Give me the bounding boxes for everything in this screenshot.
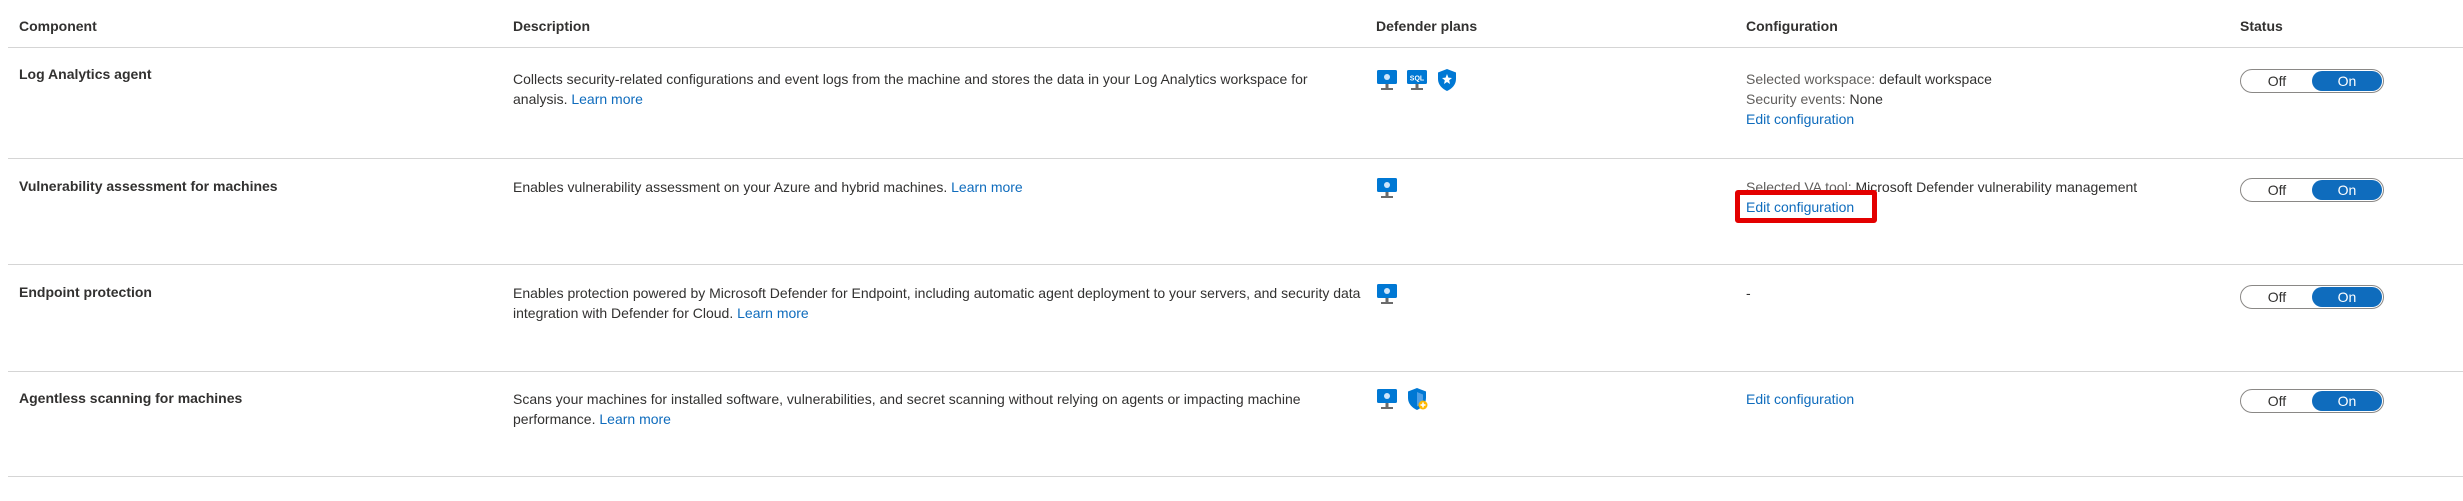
server-icon [1377,389,1397,409]
server-icon [1377,178,1397,198]
defender-plans [1375,387,1429,411]
config-security-events: Security events: None [1746,89,1992,109]
toggle-on-option[interactable]: On [2312,71,2382,91]
header-configuration: Configuration [1746,18,1838,34]
description-text: Enables vulnerability assessment on your… [513,179,948,195]
edit-configuration-link[interactable]: Edit configuration [1746,109,1992,129]
header-description: Description [513,18,591,34]
toggle-off-option[interactable]: Off [2242,182,2312,198]
defender-plans [1375,282,1399,306]
toggle-on-option[interactable]: On [2312,180,2382,200]
config-value: Microsoft Defender vulnerability managem… [1851,179,2138,195]
component-name: Agentless scanning for machines [19,390,243,406]
status-toggle[interactable]: Off On [2240,285,2384,309]
shield-icon [1438,69,1456,91]
sql-server-icon: SQL [1407,70,1427,90]
description-text: Enables protection powered by Microsoft … [513,285,1361,321]
server-icon [1377,284,1397,304]
config-key: Selected workspace: [1746,71,1876,87]
learn-more-link[interactable]: Learn more [951,179,1023,195]
component-description: Scans your machines for installed softwa… [513,389,1363,429]
header-divider [8,47,2463,48]
toggle-on-option[interactable]: On [2312,391,2382,411]
highlight-box [1735,190,1877,223]
shield-plus-icon [1408,388,1428,410]
learn-more-link[interactable]: Learn more [599,411,671,427]
header-status: Status [2240,18,2283,34]
configuration-cell: Selected workspace: default workspace Se… [1746,69,1992,129]
learn-more-link[interactable]: Learn more [737,305,809,321]
row-divider [8,371,2463,372]
toggle-off-option[interactable]: Off [2242,73,2312,89]
configuration-cell: - [1746,283,1751,303]
server-icon [1377,70,1397,90]
component-description: Enables protection powered by Microsoft … [513,283,1363,323]
component-name: Log Analytics agent [19,66,152,82]
status-toggle[interactable]: Off On [2240,178,2384,202]
toggle-on-option[interactable]: On [2312,287,2382,307]
config-empty: - [1746,285,1751,301]
edit-configuration-link[interactable]: Edit configuration [1746,389,1854,409]
row-divider [8,158,2463,159]
config-workspace: Selected workspace: default workspace [1746,69,1992,89]
component-description: Collects security-related configurations… [513,69,1363,109]
configuration-cell: Edit configuration [1746,389,1854,409]
component-name: Vulnerability assessment for machines [19,178,278,194]
row-divider [8,476,2463,477]
config-value: None [1845,91,1883,107]
config-value: default workspace [1875,71,1992,87]
defender-plans [1375,176,1399,200]
header-defender-plans: Defender plans [1376,18,1478,34]
row-divider [8,264,2463,265]
header-component: Component [19,18,97,34]
status-toggle[interactable]: Off On [2240,69,2384,93]
component-name: Endpoint protection [19,284,152,300]
toggle-off-option[interactable]: Off [2242,393,2312,409]
learn-more-link[interactable]: Learn more [571,91,643,107]
status-toggle[interactable]: Off On [2240,389,2384,413]
config-key: Security events: [1746,91,1846,107]
defender-plans: SQL [1375,68,1459,92]
svg-text:SQL: SQL [1410,76,1425,83]
component-description: Enables vulnerability assessment on your… [513,177,1363,197]
toggle-off-option[interactable]: Off [2242,289,2312,305]
